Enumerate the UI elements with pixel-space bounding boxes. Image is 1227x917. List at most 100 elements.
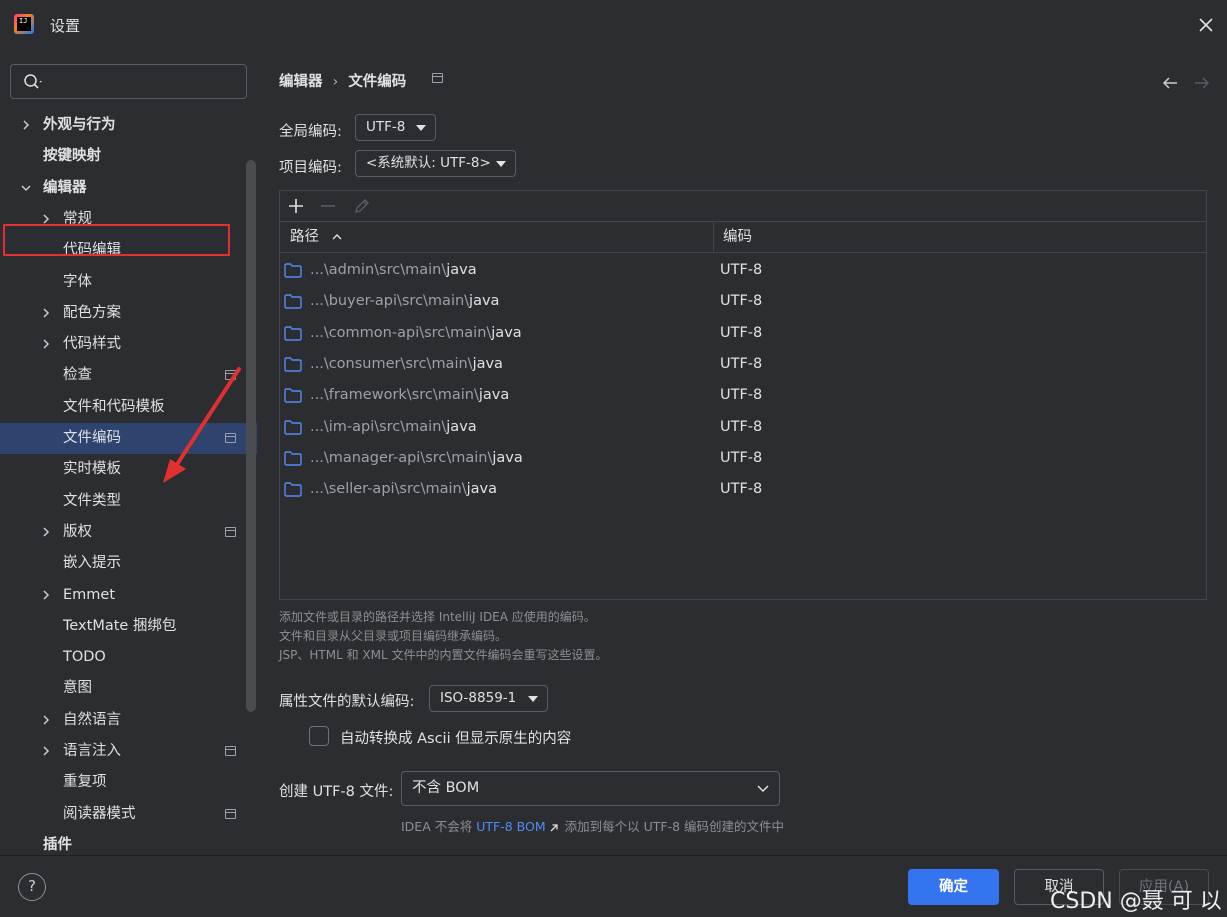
- breadcrumb: 编辑器 › 文件编码: [279, 70, 406, 91]
- path-folder-name: java: [491, 324, 522, 341]
- folder-icon: [284, 482, 302, 497]
- ok-button[interactable]: 确定: [908, 869, 999, 905]
- chevron-right-icon[interactable]: [40, 714, 52, 726]
- sidebar-item-label: 意图: [63, 680, 92, 697]
- properties-encoding-dropdown[interactable]: ISO-8859-1: [429, 685, 548, 712]
- chevron-right-icon[interactable]: [40, 307, 52, 319]
- sidebar-item[interactable]: 阅读器模式: [0, 799, 257, 830]
- column-divider[interactable]: [713, 222, 714, 253]
- global-encoding-dropdown[interactable]: UTF-8: [355, 114, 436, 141]
- csdn-watermark: CSDN @聂 可 以: [1050, 889, 1222, 914]
- sidebar-item[interactable]: 版权: [0, 517, 257, 548]
- sidebar-item[interactable]: TODO: [0, 642, 257, 673]
- table-row[interactable]: ...\admin\src\main\java UTF-8: [280, 255, 1206, 286]
- path-cell: ...\im-api\src\main\java: [310, 412, 477, 443]
- close-icon[interactable]: [1196, 15, 1216, 35]
- properties-encoding-label: 属性文件的默认编码:: [279, 694, 415, 710]
- sidebar-item[interactable]: 重复项: [0, 767, 257, 798]
- sidebar-item[interactable]: 文件类型: [0, 486, 257, 517]
- sidebar-item-label: 字体: [63, 273, 92, 290]
- sidebar-item[interactable]: 编辑器: [0, 173, 257, 204]
- annotation-arrow-icon: [163, 367, 241, 483]
- forward-arrow-icon[interactable]: [1193, 74, 1211, 92]
- sidebar-item[interactable]: Emmet: [0, 580, 257, 611]
- sidebar-item-label: 重复项: [63, 774, 107, 791]
- edit-icon[interactable]: [352, 196, 372, 216]
- path-folder-name: java: [446, 262, 477, 278]
- table-row[interactable]: ...\manager-api\src\main\java UTF-8: [280, 443, 1206, 474]
- sidebar-item-label: 语言注入: [63, 743, 121, 759]
- bom-hint: IDEA 不会将 UTF-8 BOM 添加到每个以 UTF-8 编码创建的文件中: [401, 819, 785, 834]
- sidebar-item[interactable]: 外观与行为: [0, 110, 257, 141]
- path-cell: ...\seller-api\src\main\java: [310, 474, 497, 505]
- project-encoding-dropdown[interactable]: <系统默认: UTF-8>: [355, 150, 516, 177]
- global-encoding-value: UTF-8: [366, 119, 406, 135]
- sidebar-item-label: 编辑器: [43, 179, 87, 196]
- breadcrumb-current: 文件编码: [348, 74, 407, 90]
- chevron-right-icon[interactable]: [40, 338, 52, 350]
- bom-dropdown[interactable]: 不含 BOM: [401, 771, 780, 806]
- table-row[interactable]: ...\buyer-api\src\main\java UTF-8: [280, 286, 1206, 317]
- table-row[interactable]: ...\common-api\src\main\java UTF-8: [280, 318, 1206, 349]
- sidebar-item[interactable]: 按键映射: [0, 141, 257, 172]
- encoding-cell[interactable]: UTF-8: [720, 318, 762, 349]
- sidebar-item[interactable]: 嵌入提示: [0, 548, 257, 579]
- help-button[interactable]: ?: [18, 873, 46, 901]
- remove-icon[interactable]: [318, 196, 338, 216]
- path-prefix: ...\manager-api\src\main\: [310, 449, 493, 466]
- path-prefix: ...\seller-api\src\main\: [310, 481, 467, 498]
- sidebar-item[interactable]: TextMate 捆绑包: [0, 611, 257, 642]
- dialog-footer: ? 确定 取消 应用(A) CSDN @聂 可 以: [0, 855, 1227, 917]
- search-icon[interactable]: [23, 73, 45, 91]
- breadcrumb-parent[interactable]: 编辑器: [279, 74, 323, 90]
- column-header-path[interactable]: 路径: [290, 222, 342, 253]
- chevron-right-icon[interactable]: [20, 119, 32, 131]
- dropdown-arrow-icon: [416, 125, 426, 131]
- sidebar-item-label: 按键映射: [43, 148, 101, 165]
- chevron-down-icon[interactable]: [20, 182, 32, 194]
- sidebar-item-label: 实时模板: [63, 461, 121, 478]
- folder-icon: [284, 263, 302, 278]
- encoding-cell[interactable]: UTF-8: [720, 349, 762, 380]
- path-folder-name: java: [469, 293, 500, 310]
- ascii-conversion-checkbox[interactable]: [309, 726, 329, 746]
- encoding-cell[interactable]: UTF-8: [720, 380, 762, 411]
- project-encoding-value: <系统默认: UTF-8>: [366, 155, 491, 171]
- chevron-down-icon: [757, 785, 769, 793]
- sidebar-item[interactable]: 语言注入: [0, 736, 257, 767]
- encoding-cell[interactable]: UTF-8: [720, 255, 762, 286]
- encoding-cell[interactable]: UTF-8: [720, 286, 762, 317]
- back-arrow-icon[interactable]: [1161, 74, 1179, 92]
- sidebar-item[interactable]: 意图: [0, 673, 257, 704]
- ascii-conversion-label[interactable]: 自动转换成 Ascii 但显示原生的内容: [340, 727, 571, 748]
- encoding-hint: 添加文件或目录的路径并选择 IntelliJ IDEA 应使用的编码。 文件和目…: [279, 608, 608, 665]
- settings-search-input[interactable]: [10, 64, 247, 99]
- sidebar-item[interactable]: 配色方案: [0, 298, 257, 329]
- encoding-cell[interactable]: UTF-8: [720, 443, 762, 474]
- chevron-right-icon[interactable]: [40, 526, 52, 538]
- chevron-right-icon[interactable]: [40, 745, 52, 757]
- folder-icon: [284, 388, 302, 403]
- encoding-cell[interactable]: UTF-8: [720, 474, 762, 505]
- hint-line: JSP、HTML 和 XML 文件中的内置文件编码会重写这些设置。: [279, 648, 608, 662]
- table-row[interactable]: ...\consumer\src\main\java UTF-8: [280, 349, 1206, 380]
- column-header-encoding[interactable]: 编码: [723, 222, 752, 253]
- add-icon[interactable]: [286, 196, 306, 216]
- table-row[interactable]: ...\seller-api\src\main\java UTF-8: [280, 474, 1206, 505]
- encoding-cell[interactable]: UTF-8: [720, 412, 762, 443]
- external-link-icon[interactable]: [549, 823, 559, 833]
- path-prefix: ...\im-api\src\main\: [310, 418, 447, 435]
- table-row[interactable]: ...\im-api\src\main\java UTF-8: [280, 412, 1206, 443]
- table-row[interactable]: ...\framework\src\main\java UTF-8: [280, 380, 1206, 411]
- sidebar-item-label: 文件类型: [63, 492, 121, 509]
- folder-icon: [284, 451, 302, 466]
- sidebar-item[interactable]: 字体: [0, 267, 257, 298]
- path-folder-name: java: [446, 418, 477, 435]
- breadcrumb-separator: ›: [332, 74, 339, 90]
- chevron-right-icon[interactable]: [40, 589, 52, 601]
- sidebar-item-label: 文件编码: [63, 430, 121, 446]
- path-prefix: ...\buyer-api\src\main\: [310, 293, 470, 310]
- utf8-bom-link[interactable]: UTF-8 BOM: [476, 819, 545, 834]
- sidebar-item[interactable]: 自然语言: [0, 705, 257, 736]
- sidebar-item[interactable]: 代码样式: [0, 329, 257, 360]
